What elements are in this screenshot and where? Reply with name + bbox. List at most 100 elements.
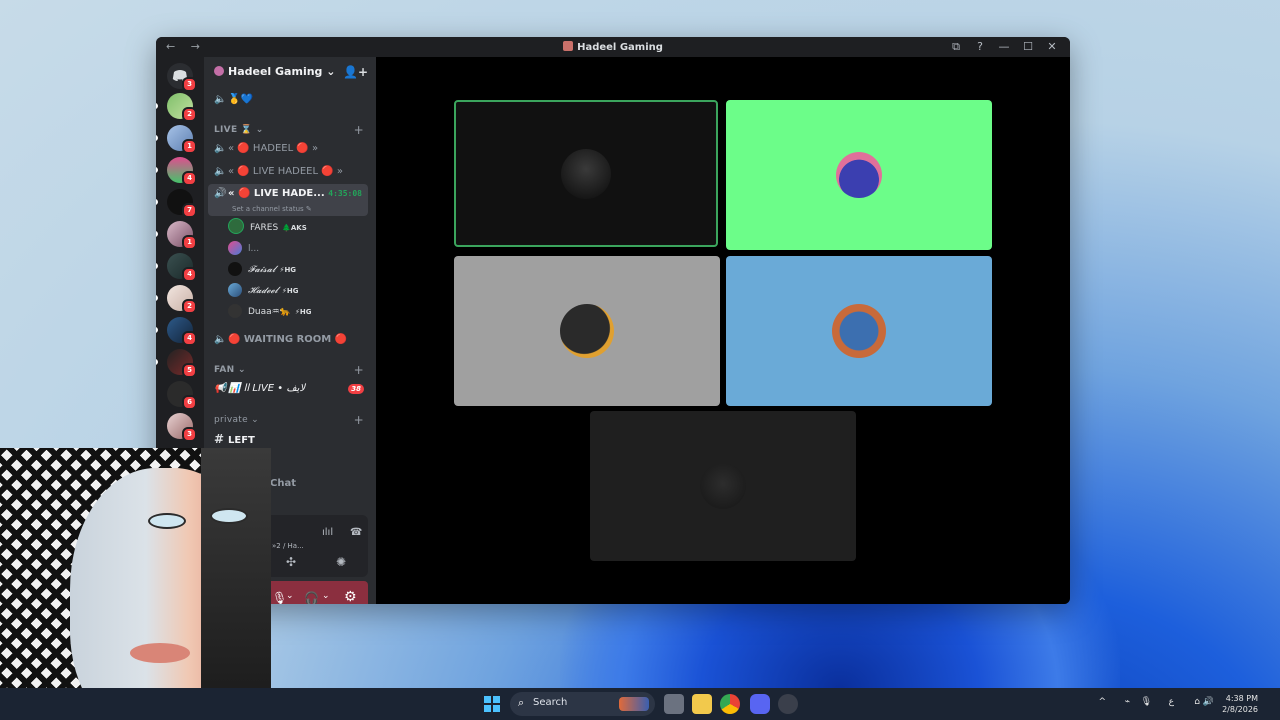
camera-overlay [0,448,271,720]
activities-icon[interactable]: ✣ [286,555,296,569]
chevron-up-icon[interactable]: ^ [1098,697,1106,707]
app-icon[interactable] [778,694,798,714]
close-button[interactable]: ✕ [1040,40,1064,54]
create-channel-icon[interactable]: + [354,360,364,380]
server-icon[interactable]: 4 [167,253,197,282]
call-timer: 4:35:08 [328,189,362,198]
server-icon[interactable]: 2 [167,93,197,122]
voice-user-name: 𝓕𝓪𝓲𝓼𝓪𝓵 [248,265,276,275]
server-icon[interactable]: 1 [167,221,197,250]
participant-avatar [561,148,611,199]
server-icon[interactable]: 7 [167,189,197,218]
server-icon[interactable]: 2 [167,285,197,314]
wifi-icon[interactable]: ⌂ [1194,697,1200,707]
notification-badge: 1 [182,139,197,154]
channel-left[interactable]: # LEFT [214,429,368,449]
headphones-icon[interactable]: 🎧 [304,591,319,604]
notification-badge: 6 [182,395,197,410]
date: 2/8/2026 [1222,705,1258,714]
clock[interactable]: 4:38 PM 2/8/2026 [1222,693,1258,715]
unread-pill [156,231,158,237]
time: 4:38 PM [1225,694,1258,703]
speaker-icon: 🔈 [214,143,227,154]
help-icon[interactable]: ? [968,40,992,54]
inbox-icon[interactable]: ⧉ [944,40,968,54]
maximize-button[interactable]: ☐ [1016,40,1040,54]
taskbar: ⌕ Search ^ ⌁ 🎙 ع ⌂ 🔊 4:38 PM 2/8/2026 [0,688,1280,720]
participant-tile-speaking[interactable] [454,100,718,247]
participant-avatar [832,304,886,358]
chevron-down-icon[interactable]: ⌄ [322,591,330,601]
notification-badge: 3 [182,427,197,442]
minimize-button[interactable]: — [992,40,1016,54]
server-icon[interactable]: 4 [167,317,197,346]
notification-badge: 7 [182,203,197,218]
voice-user-name: 𝓗𝓪𝓭𝓮𝓮𝓵 [248,286,278,296]
voice-user[interactable]: 𝓗𝓪𝓭𝓮𝓮𝓵 ⚡HG [228,281,368,301]
chrome-icon[interactable] [720,694,740,714]
server-icon[interactable]: 3 [167,413,197,442]
discord-home-icon[interactable]: 3 [167,63,197,92]
server-icon[interactable]: 5 [167,349,197,378]
channel-active[interactable]: 🔊 « 🔴 LIVE HADE... 4:35:08 Set a channel … [208,184,368,216]
notification-badge: 5 [182,363,197,378]
voice-location[interactable]: »2 / Ha... [272,542,304,550]
create-channel-icon[interactable]: + [354,410,364,430]
voice-user[interactable]: Duaa♒🐆 ⚡HG [228,302,368,322]
unread-pill [156,135,158,141]
volume-icon[interactable]: 🔊 [1203,697,1214,707]
window-controls: ⧉ ? — ☐ ✕ [944,40,1064,54]
channel-top-voice[interactable]: 🔈 🥇💙 [214,90,368,110]
voice-user-tag: ⚡HG [279,266,297,274]
server-icon [563,41,574,51]
unread-pill [156,103,158,109]
channel-waiting-room[interactable]: 🔈 🔴 WAITING ROOM 🔴 [214,330,368,350]
noise-suppression-icon[interactable]: ılıl [322,527,333,538]
avatar [228,218,244,234]
microphone-icon[interactable]: 🎙 [1141,697,1152,707]
notification-badge: 4 [182,171,197,186]
category-private[interactable]: private ⌄ + [214,410,368,430]
task-view-icon[interactable] [664,694,684,714]
server-icon[interactable]: 1 [167,125,197,154]
participant-tile[interactable] [590,411,856,561]
soundboard-icon[interactable]: ✺ [336,555,346,569]
category-live[interactable]: LIVE ⌛ ⌄ + [214,120,368,140]
voice-user[interactable]: 𝓕𝓪𝓲𝓼𝓪𝓵 ⚡HG [228,260,368,280]
channel-hadeel[interactable]: 🔈 « 🔴 HADEEL 🔴 » [214,139,368,159]
unread-pill [156,359,158,365]
participant-tile[interactable] [454,256,720,406]
participant-tile[interactable] [726,256,992,406]
channel-live-hadeel[interactable]: 🔈 « 🔴 LIVE HADEEL 🔴 » [214,162,368,182]
create-channel-icon[interactable]: + [354,120,364,140]
category-fan[interactable]: FAN ⌄ + [214,360,368,380]
title-bar: ← → Hadeel Gaming ⧉ ? — ☐ ✕ [156,37,1070,57]
server-home-icon [214,66,224,76]
unread-pill [156,327,158,333]
channel-chat[interactable]: Chat [270,474,368,494]
microphone-icon[interactable]: 🎙 [272,591,287,604]
file-explorer-icon[interactable] [692,694,712,714]
voice-user[interactable]: l... [228,239,368,259]
channel-fan-live[interactable]: 📢 📊 اا LIVE • لايف 38 [214,379,368,399]
taskbar-search[interactable]: ⌕ Search [510,692,655,716]
settings-gear-icon[interactable]: ⚙ [344,589,357,604]
network-icon[interactable]: ⌁ [1125,697,1130,707]
notification-badge: 2 [182,299,197,314]
channel-label: « 🔴 LIVE HADE... [228,188,325,199]
chevron-down-icon[interactable]: ⌄ [286,591,294,601]
server-icon[interactable]: 6 [167,381,197,410]
invite-people-icon[interactable]: 👤+ [343,65,368,79]
channel-label: 📊 اا LIVE • لايف [228,383,306,394]
voice-user[interactable]: FARES 🌲AKS [228,218,368,238]
windows-start-icon[interactable] [484,696,500,712]
server-icon[interactable]: 4 [167,157,197,186]
channel-status[interactable]: Set a channel status ✎ [232,199,312,219]
server-header[interactable]: Hadeel Gaming ⌄ 👤+ [214,65,368,83]
discord-taskbar-icon[interactable] [750,694,770,714]
channel-label: « 🔴 HADEEL 🔴 » [228,143,319,154]
language-indicator[interactable]: ع [1169,697,1174,707]
category-label: FAN [214,365,235,375]
disconnect-icon[interactable]: ☎ [350,527,362,538]
participant-tile[interactable] [726,100,992,250]
